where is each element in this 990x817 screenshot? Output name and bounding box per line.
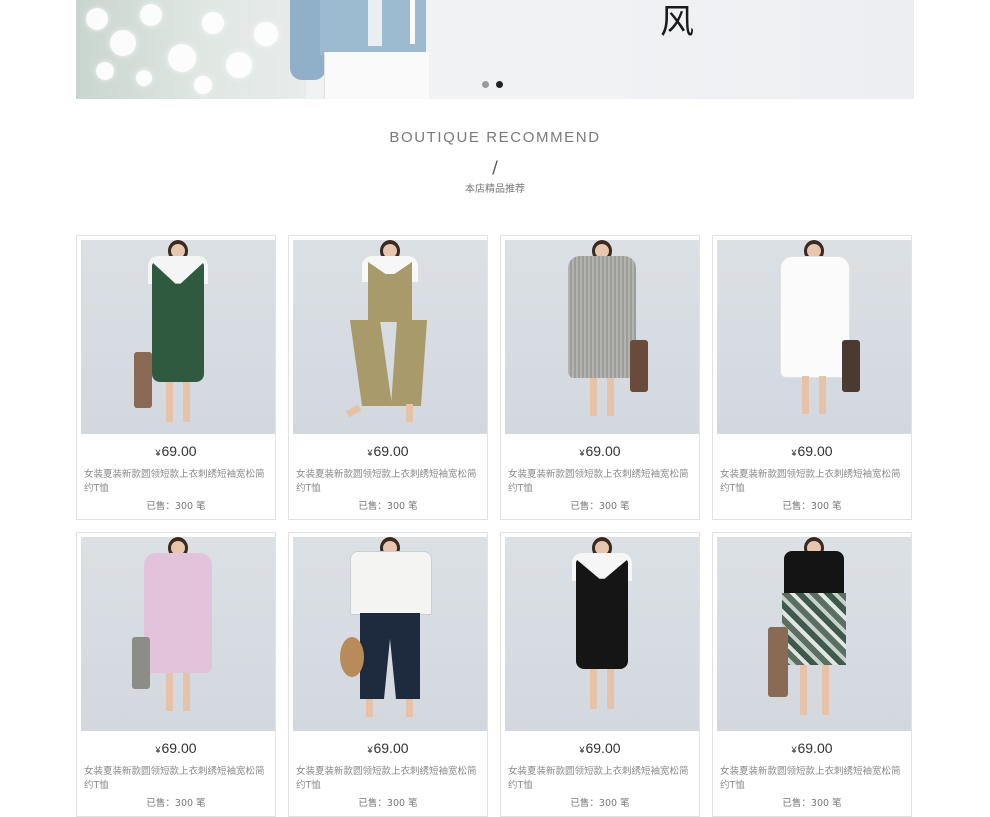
price-value: 69.00 bbox=[161, 740, 197, 756]
section-divider: / bbox=[492, 158, 498, 178]
product-sold-count: 已售：300 笔 bbox=[358, 798, 418, 809]
product-sold-count: 已售：300 笔 bbox=[782, 798, 842, 809]
product-sold-count: 已售：300 笔 bbox=[146, 501, 206, 512]
product-price: ¥69.00 bbox=[501, 738, 699, 760]
currency-symbol: ¥ bbox=[367, 448, 373, 458]
model-figure bbox=[505, 240, 699, 434]
product-card[interactable]: ¥69.00 女装夏装新款圆领短款上衣刺绣短袖宽松简约T恤已售：300 笔 bbox=[500, 532, 700, 817]
currency-symbol: ¥ bbox=[155, 448, 161, 458]
product-image[interactable] bbox=[717, 240, 911, 434]
product-image[interactable] bbox=[293, 240, 487, 434]
hero-banner[interactable]: 风 bbox=[76, 0, 914, 99]
product-card[interactable]: ¥69.00 女装夏装新款圆领短款上衣刺绣短袖宽松简约T恤已售：300 笔 bbox=[288, 532, 488, 817]
product-sold-count: 已售：300 笔 bbox=[146, 798, 206, 809]
product-price: ¥69.00 bbox=[77, 738, 275, 760]
section-subtitle: 本店精品推荐 bbox=[465, 184, 525, 195]
product-image[interactable] bbox=[505, 240, 699, 434]
price-value: 69.00 bbox=[585, 740, 621, 756]
product-image[interactable] bbox=[717, 537, 911, 731]
product-image[interactable] bbox=[81, 537, 275, 731]
product-title[interactable]: 女装夏装新款圆领短款上衣刺绣短袖宽松简约T恤 bbox=[296, 468, 484, 496]
currency-symbol: ¥ bbox=[791, 745, 797, 755]
product-title[interactable]: 女装夏装新款圆领短款上衣刺绣短袖宽松简约T恤 bbox=[720, 468, 908, 496]
model-figure bbox=[717, 240, 911, 434]
section-heading: BOUTIQUE RECOMMEND / 本店精品推荐 bbox=[0, 126, 990, 198]
product-title[interactable]: 女装夏装新款圆领短款上衣刺绣短袖宽松简约T恤 bbox=[84, 468, 272, 496]
product-title[interactable]: 女装夏装新款圆领短款上衣刺绣短袖宽松简约T恤 bbox=[508, 765, 696, 793]
product-title[interactable]: 女装夏装新款圆领短款上衣刺绣短袖宽松简约T恤 bbox=[720, 765, 908, 793]
currency-symbol: ¥ bbox=[579, 745, 585, 755]
product-image[interactable] bbox=[81, 240, 275, 434]
model-figure bbox=[293, 537, 487, 731]
model-figure bbox=[505, 537, 699, 731]
product-sold-count: 已售：300 笔 bbox=[358, 501, 418, 512]
product-title[interactable]: 女装夏装新款圆领短款上衣刺绣短袖宽松简约T恤 bbox=[296, 765, 484, 793]
price-value: 69.00 bbox=[373, 740, 409, 756]
product-price: ¥69.00 bbox=[713, 738, 911, 760]
product-title[interactable]: 女装夏装新款圆领短款上衣刺绣短袖宽松简约T恤 bbox=[84, 765, 272, 793]
product-title[interactable]: 女装夏装新款圆领短款上衣刺绣短袖宽松简约T恤 bbox=[508, 468, 696, 496]
price-value: 69.00 bbox=[161, 443, 197, 459]
banner-flowers-image bbox=[76, 0, 306, 99]
product-price: ¥69.00 bbox=[289, 738, 487, 760]
model-figure bbox=[81, 240, 275, 434]
product-card[interactable]: ¥69.00 女装夏装新款圆领短款上衣刺绣短袖宽松简约T恤已售：300 笔 bbox=[712, 532, 912, 817]
model-figure bbox=[81, 537, 275, 731]
section-title: BOUTIQUE RECOMMEND bbox=[389, 129, 601, 146]
carousel-dots bbox=[482, 81, 503, 88]
product-price: ¥69.00 bbox=[713, 441, 911, 463]
price-value: 69.00 bbox=[373, 443, 409, 459]
price-value: 69.00 bbox=[797, 443, 833, 459]
carousel-dot-1[interactable] bbox=[482, 81, 489, 88]
product-card[interactable]: ¥69.00 女装夏装新款圆领短款上衣刺绣短袖宽松简约T恤已售：300 笔 bbox=[500, 235, 700, 520]
product-sold-count: 已售：300 笔 bbox=[570, 798, 630, 809]
price-value: 69.00 bbox=[585, 443, 621, 459]
product-price: ¥69.00 bbox=[501, 441, 699, 463]
model-figure bbox=[293, 240, 487, 434]
product-card[interactable]: ¥69.00 女装夏装新款圆领短款上衣刺绣短袖宽松简约T恤已售：300 笔 bbox=[288, 235, 488, 520]
banner-headline-char: 风 bbox=[660, 2, 694, 42]
model-figure bbox=[717, 537, 911, 731]
product-sold-count: 已售：300 笔 bbox=[570, 501, 630, 512]
product-card[interactable]: ¥69.00 女装夏装新款圆领短款上衣刺绣短袖宽松简约T恤已售：300 笔 bbox=[76, 235, 276, 520]
price-value: 69.00 bbox=[797, 740, 833, 756]
product-card[interactable]: ¥69.00 女装夏装新款圆领短款上衣刺绣短袖宽松简约T恤已售：300 笔 bbox=[76, 532, 276, 817]
product-sold-count: 已售：300 笔 bbox=[782, 501, 842, 512]
product-price: ¥69.00 bbox=[77, 441, 275, 463]
currency-symbol: ¥ bbox=[579, 448, 585, 458]
product-price: ¥69.00 bbox=[289, 441, 487, 463]
banner-model-image bbox=[290, 0, 430, 99]
product-card[interactable]: ¥69.00 女装夏装新款圆领短款上衣刺绣短袖宽松简约T恤已售：300 笔 bbox=[712, 235, 912, 520]
currency-symbol: ¥ bbox=[367, 745, 373, 755]
currency-symbol: ¥ bbox=[791, 448, 797, 458]
currency-symbol: ¥ bbox=[155, 745, 161, 755]
carousel-dot-2[interactable] bbox=[496, 81, 503, 88]
product-image[interactable] bbox=[293, 537, 487, 731]
product-image[interactable] bbox=[505, 537, 699, 731]
